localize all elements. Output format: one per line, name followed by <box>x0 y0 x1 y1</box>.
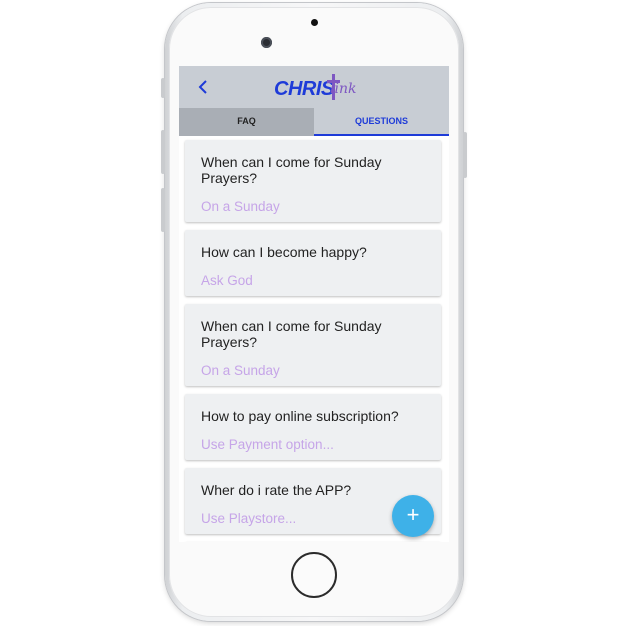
logo-main-text: CHRIS <box>274 78 334 100</box>
tab-questions[interactable]: QUESTIONS <box>314 108 449 136</box>
home-button[interactable] <box>291 552 337 598</box>
tab-bar: FAQ QUESTIONS <box>179 108 449 136</box>
volume-down-button <box>161 188 165 232</box>
power-button <box>463 132 467 178</box>
christlink-logo: CHRIS link <box>274 74 364 102</box>
question-card[interactable]: When can I come for Sunday Prayers? On a… <box>185 304 441 386</box>
question-text: Wher do i rate the APP? <box>201 482 352 498</box>
app-screen: CHRIS link FAQ QUESTIONS When can I come… <box>179 66 449 542</box>
speaker-icon <box>311 19 318 26</box>
answer-text: Ask God <box>201 273 253 288</box>
chevron-left-icon <box>198 80 207 94</box>
volume-up-button <box>161 130 165 174</box>
question-card[interactable]: How to pay online subscription? Use Paym… <box>185 394 441 460</box>
tab-faq[interactable]: FAQ <box>179 108 314 136</box>
answer-text: On a Sunday <box>201 363 280 378</box>
question-text: How to pay online subscription? <box>201 408 399 424</box>
questions-list[interactable]: When can I come for Sunday Prayers? On a… <box>179 136 449 542</box>
question-text: When can I come for Sunday Prayers? <box>201 318 382 350</box>
back-button[interactable] <box>193 75 213 99</box>
answer-text: On a Sunday <box>201 199 280 214</box>
app-bar: CHRIS link <box>179 66 449 108</box>
question-text: How can I become happy? <box>201 244 367 260</box>
mute-switch <box>161 78 165 98</box>
question-card[interactable]: When can I come for Sunday Prayers? On a… <box>185 140 441 222</box>
logo-script-text: link <box>330 81 357 97</box>
add-question-button[interactable]: + <box>392 495 434 537</box>
answer-text: Use Payment option... <box>201 437 334 452</box>
plus-icon: + <box>406 502 420 527</box>
question-card[interactable]: How can I become happy? Ask God <box>185 230 441 296</box>
answer-text: Use Playstore... <box>201 511 297 526</box>
camera-icon <box>261 37 272 48</box>
question-text: When can I come for Sunday Prayers? <box>201 154 382 186</box>
